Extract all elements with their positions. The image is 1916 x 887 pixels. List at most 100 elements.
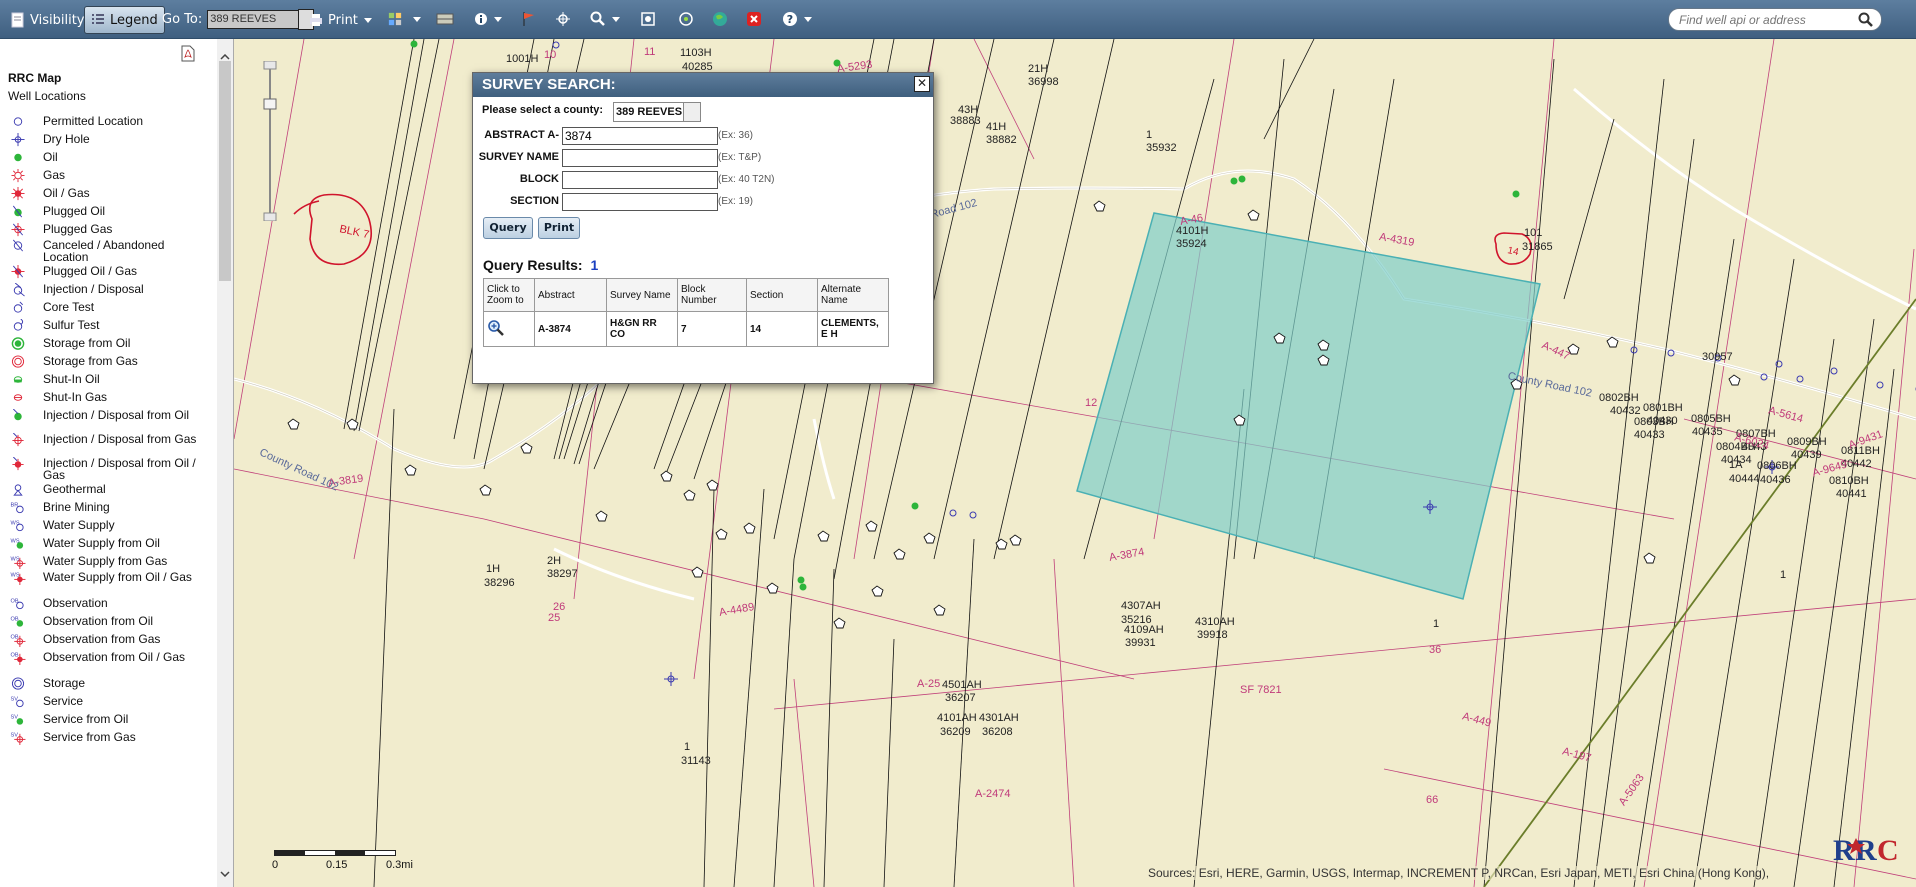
layers-button[interactable] (436, 6, 454, 32)
legend-item-label: Injection / Disposal from Oil / Gas (43, 456, 196, 482)
well-label: 36208 (982, 726, 1013, 738)
legend-item: Oil (8, 151, 203, 165)
search-icon[interactable] (1858, 12, 1873, 27)
scroll-down-icon[interactable] (220, 871, 230, 877)
injection-gas-icon (12, 433, 24, 447)
legend-item: Oil / Gas (8, 187, 203, 201)
well-label: 41H (986, 121, 1007, 133)
county-dropdown[interactable] (683, 103, 700, 121)
well-label: 0801BH (1643, 402, 1683, 414)
legend-item-label: Water Supply (43, 518, 115, 532)
results-heading: Query Results: 1 (483, 257, 598, 273)
grid-icon (388, 12, 402, 26)
well-label: 101 (1524, 227, 1543, 239)
legend-item-label: Permitted Location (43, 114, 144, 128)
well-symbols (287, 200, 1741, 629)
info-button[interactable] (474, 6, 502, 32)
well-label: 40433 (1634, 429, 1665, 441)
block-input[interactable] (562, 171, 718, 189)
goto-input[interactable] (207, 9, 300, 29)
help-icon: ? (783, 12, 797, 26)
county-select[interactable]: 389 REEVES (613, 102, 701, 122)
brine-mining-icon: BR (11, 503, 24, 514)
zoom-to-cell[interactable] (483, 311, 535, 347)
observation-oil-gas-icon: OB (11, 653, 26, 665)
col-survey-name: Survey Name (606, 278, 678, 312)
sulfur-test-icon (13, 319, 24, 331)
storage-oil-icon (11, 337, 25, 350)
service-gas-icon: SV (11, 733, 26, 745)
legend-item: WS Water Supply from Gas (8, 555, 203, 569)
legend-item-label: Plugged Oil (43, 204, 106, 218)
block-label: BLOCK (519, 173, 559, 185)
highlighted-section-14[interactable] (1076, 212, 1541, 600)
zoom-thumb[interactable] (263, 98, 277, 110)
svg-text:WS: WS (11, 521, 20, 527)
col-abstract: Abstract (534, 278, 607, 312)
clear-button[interactable] (746, 6, 762, 32)
alternate-name-cell: CLEMENTS, E H (817, 311, 889, 347)
print-results-button[interactable]: Print (538, 217, 580, 239)
scrollbar-thumb[interactable] (219, 61, 231, 281)
survey-label: 25 (548, 612, 561, 624)
section-input[interactable] (562, 193, 718, 211)
plugged-oil-gas-icon (11, 265, 25, 279)
well-label: 40444 (1729, 473, 1760, 485)
survey-name-row: SURVEY NAME (Ex: T&P) (473, 149, 933, 173)
scroll-up-icon[interactable] (220, 54, 230, 60)
flag-button[interactable] (522, 6, 536, 32)
legend-item: OB Observation (8, 597, 203, 611)
search-input[interactable] (1677, 12, 1861, 28)
legend-item: Shut-In Oil (8, 373, 203, 387)
legend-item-label: Shut-In Gas (43, 390, 108, 404)
legend-scrollbar[interactable] (217, 39, 234, 887)
help-button[interactable]: ? (782, 6, 812, 32)
locate-button[interactable] (556, 6, 570, 32)
abstract-row: ABSTRACT A- (Ex: 36) (473, 127, 933, 151)
visibility-button[interactable]: Visibility (4, 6, 91, 34)
close-icon[interactable]: ✕ (914, 76, 930, 92)
survey-name-label: SURVEY NAME (478, 151, 559, 163)
well-label: 2H (547, 555, 562, 567)
well-label: 4310AH (1195, 616, 1235, 628)
gas-star-icon (11, 169, 25, 183)
well-label: 0809BH (1787, 436, 1827, 448)
survey-name-cell: H&GN RR CO (606, 311, 678, 347)
scale-bar: 0 0.15 0.3mi (272, 850, 414, 878)
legend-item-label: Oil (43, 150, 58, 164)
query-button[interactable]: Query (483, 217, 533, 239)
full-extent-button[interactable] (640, 6, 656, 32)
identify-button[interactable] (678, 6, 694, 32)
globe-button[interactable] (712, 6, 728, 32)
legend-item-label: Service from Oil (43, 712, 129, 726)
well-label: 35932 (1146, 142, 1177, 154)
legend-button[interactable]: Legend (84, 6, 165, 34)
well-label: 40441 (1836, 488, 1867, 500)
zoom-in-icon[interactable] (487, 319, 505, 337)
well-label: 39918 (1197, 629, 1228, 641)
legend-item-label: Dry Hole (43, 132, 90, 146)
well-label: 38296 (484, 577, 515, 589)
pdf-icon[interactable] (181, 45, 195, 62)
survey-label: 66 (1426, 794, 1439, 806)
survey-name-input[interactable] (562, 149, 718, 167)
zoom-button[interactable] (590, 6, 620, 32)
legend-item: BR Brine Mining (8, 501, 203, 515)
svg-text:WS: WS (11, 557, 20, 563)
section-cell: 14 (746, 311, 818, 347)
legend-group-title: Well Locations (8, 89, 86, 103)
print-button[interactable]: Print (302, 6, 379, 34)
zoom-slider[interactable] (263, 60, 277, 257)
legend-item: Injection / Disposal from Oil / Gas (8, 457, 203, 481)
core-test-icon (13, 301, 23, 313)
basemap-button[interactable] (388, 6, 421, 32)
storage-gas-icon (11, 355, 25, 368)
survey-label: SF 7821 (1240, 684, 1282, 696)
section-row: SECTION (Ex: 19) (473, 193, 933, 217)
abstract-input[interactable] (562, 127, 718, 145)
legend-item-label: Geothermal (43, 482, 106, 496)
legend-item-label: Service from Gas (43, 730, 136, 744)
county-value: 389 REEVES (616, 106, 683, 118)
well-label: 1A (1729, 459, 1743, 471)
legend-item-label: Core Test (43, 300, 95, 314)
